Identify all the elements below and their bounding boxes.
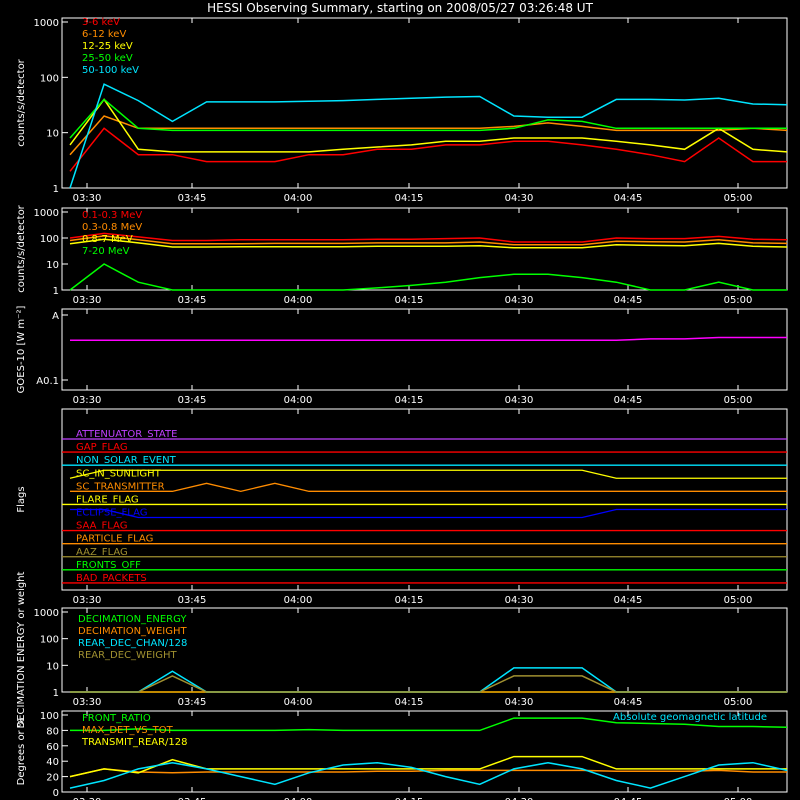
x-tick-label: 04:00 (284, 193, 313, 204)
y-axis-label: counts/s/detector (16, 58, 27, 146)
x-tick-label: 05:00 (724, 395, 753, 406)
y-tick-label: 40 (46, 757, 59, 768)
x-tick-label: 03:30 (73, 295, 102, 306)
x-tick-label: 04:30 (505, 595, 534, 606)
y-tick-label: 20 (46, 773, 59, 784)
y-tick-label: 10 (46, 260, 59, 271)
y-tick-label: 0 (53, 788, 59, 799)
y-axis-label: Flags (16, 486, 27, 512)
y-axis-label: GOES-10 [W m⁻²] (16, 306, 27, 394)
chart-title: HESSI Observing Summary, starting on 200… (207, 1, 593, 15)
y-tick-label: A (52, 311, 59, 322)
x-tick-label: 04:15 (395, 295, 424, 306)
hessi-summary-chart: HESSI Observing Summary, starting on 200… (0, 0, 800, 800)
y-tick-label: 1 (53, 184, 59, 195)
y-tick-label: 10 (46, 129, 59, 140)
x-tick-label: 04:45 (614, 295, 643, 306)
legend-entry: 50-100 keV (82, 65, 139, 76)
series-label: SC_TRANSMITTER (76, 481, 165, 492)
annotation-label: Absolute geomagnetic latitude (613, 712, 767, 723)
series-label: GAP_FLAG (76, 442, 128, 453)
x-tick-label: 03:45 (178, 595, 207, 606)
y-tick-label: 10 (46, 661, 59, 672)
x-tick-label: 04:45 (614, 395, 643, 406)
x-tick-label: 04:00 (284, 395, 313, 406)
y-tick-label: 1 (53, 688, 59, 699)
series-label: PARTICLE_FLAG (76, 534, 153, 545)
series-label: AAZ_FLAG (76, 547, 128, 558)
x-tick-label: 03:45 (178, 295, 207, 306)
y-axis-label: counts/s/detector (16, 204, 27, 292)
legend-entry: 0.8-7 MeV (82, 234, 133, 245)
legend-entry: 3-6 keV (82, 17, 120, 28)
x-tick-label: 04:30 (505, 295, 534, 306)
legend-entry: 25-50 keV (82, 53, 133, 64)
x-tick-label: 03:30 (73, 193, 102, 204)
x-tick-label: 03:30 (73, 395, 102, 406)
y-tick-label: 100 (40, 711, 59, 722)
x-tick-label: 04:30 (505, 193, 534, 204)
x-tick-label: 04:45 (614, 193, 643, 204)
y-tick-label: 1000 (34, 608, 59, 619)
series-label: FRONTS_OFF (76, 560, 141, 571)
x-tick-label: 05:00 (724, 193, 753, 204)
series-label: NON_SOLAR_EVENT (76, 455, 177, 466)
x-tick-label: 03:30 (73, 697, 102, 708)
legend-entry: 12-25 keV (82, 41, 133, 52)
x-tick-label: 04:00 (284, 595, 313, 606)
y-axis-label: DECIMATION ENERGY or weight (16, 571, 27, 728)
x-tick-label: 04:15 (395, 395, 424, 406)
legend-entry: 6-12 keV (82, 29, 126, 40)
series-label: ATTENUATOR_STATE (76, 429, 177, 440)
series-label: SAA_FLAG (76, 521, 127, 532)
y-tick-label: A0.1 (36, 376, 59, 387)
y-axis-label: Degrees or % (16, 718, 27, 786)
legend-entry: 0.1-0.3 MeV (82, 210, 142, 221)
x-tick-label: 03:45 (178, 193, 207, 204)
legend-entry: 0.3-0.8 MeV (82, 222, 142, 233)
y-tick-label: 60 (46, 742, 59, 753)
y-tick-label: 100 (40, 234, 59, 245)
x-tick-label: 04:45 (614, 595, 643, 606)
series-label: ECLIPSE_FLAG (76, 508, 147, 519)
x-tick-label: 04:30 (505, 395, 534, 406)
x-tick-label: 03:30 (73, 595, 102, 606)
x-tick-label: 04:45 (614, 697, 643, 708)
legend-entry: 7-20 MeV (82, 246, 130, 257)
legend-entry: FRONT_RATIO (82, 713, 151, 724)
series-label: BAD_PACKETS (76, 573, 147, 584)
y-tick-label: 100 (40, 635, 59, 646)
y-tick-label: 1 (53, 286, 59, 297)
series-label: FLARE_FLAG (76, 494, 139, 505)
y-tick-label: 100 (40, 73, 59, 84)
x-tick-label: 04:15 (395, 595, 424, 606)
y-tick-label: 1000 (34, 208, 59, 219)
x-tick-label: 04:15 (395, 697, 424, 708)
x-tick-label: 04:00 (284, 295, 313, 306)
x-tick-label: 05:00 (724, 295, 753, 306)
legend-entry: DECIMATION_ENERGY (78, 614, 187, 625)
legend-entry: DECIMATION_WEIGHT (78, 626, 187, 637)
x-tick-label: 04:00 (284, 697, 313, 708)
y-tick-label: 80 (46, 726, 59, 737)
legend-entry: TRANSMIT_REAR/128 (81, 737, 188, 748)
x-tick-label: 04:30 (505, 697, 534, 708)
x-tick-label: 03:45 (178, 697, 207, 708)
legend-entry: REAR_DEC_WEIGHT (78, 650, 177, 661)
x-tick-label: 05:00 (724, 595, 753, 606)
legend-entry: MAX_DET_VS_TOT (82, 725, 174, 736)
y-tick-label: 1000 (34, 18, 59, 29)
x-tick-label: 03:45 (178, 395, 207, 406)
x-tick-label: 05:00 (724, 697, 753, 708)
series-label: SC_IN_SUNLIGHT (76, 468, 162, 479)
x-tick-label: 04:15 (395, 193, 424, 204)
legend-entry: REAR_DEC_CHAN/128 (78, 638, 187, 649)
